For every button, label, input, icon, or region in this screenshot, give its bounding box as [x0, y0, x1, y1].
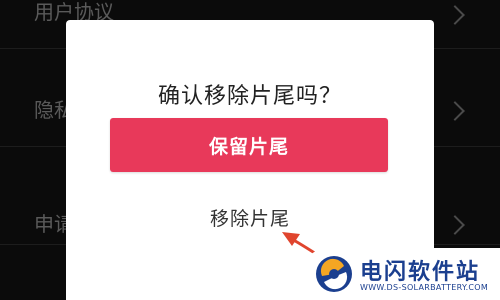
watermark-url: WWW.DS-SOLARBATTERY.COM — [360, 283, 489, 292]
watermark: 电闪软件站 WWW.DS-SOLARBATTERY.COM — [302, 248, 500, 300]
watermark-name: 电闪软件站 — [360, 260, 481, 285]
chevron-right-icon — [445, 5, 465, 25]
chevron-right-icon — [445, 101, 465, 121]
chevron-right-icon — [445, 215, 465, 235]
dialog-title: 确认移除片尾吗？ — [157, 84, 342, 109]
brand-logo-icon — [316, 256, 352, 292]
keep-ending-button[interactable]: 保留片尾 — [110, 118, 388, 172]
remove-ending-button[interactable]: 移除片尾 — [66, 204, 434, 231]
